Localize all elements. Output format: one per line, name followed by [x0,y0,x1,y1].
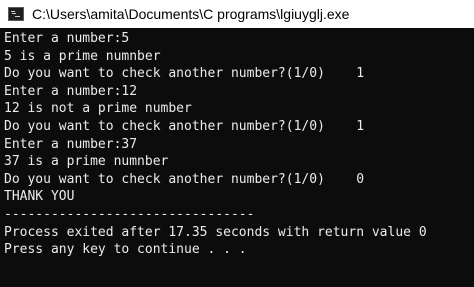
console-line: Enter a number:37 [4,136,138,152]
console-app-icon [8,7,24,21]
console-line: THANK YOU [4,189,75,205]
console-line: Press any key to continue . . . [4,242,247,258]
title-bar[interactable]: C:\Users\amita\Documents\C programs\lgiu… [0,0,474,28]
window-title: C:\Users\amita\Documents\C programs\lgiu… [32,6,350,22]
console-line: Do you want to check another number?(1/0… [4,66,365,82]
console-line: Do you want to check another number?(1/0… [4,171,365,187]
console-line: Enter a number:5 [4,31,130,46]
console-line: Do you want to check another number?(1/0… [4,118,365,134]
console-line: Process exited after 17.35 seconds with … [4,224,427,240]
console-window: C:\Users\amita\Documents\C programs\lgiu… [0,0,474,287]
console-separator: -------------------------------- [4,206,255,222]
console-output[interactable]: Enter a number:5 5 is a prime numnber Do… [0,30,474,287]
console-line: 37 is a prime numnber [4,154,169,170]
console-line: 5 is a prime numnber [4,48,161,64]
console-line: 12 is not a prime number [4,101,192,117]
console-line: Enter a number:12 [4,83,138,99]
